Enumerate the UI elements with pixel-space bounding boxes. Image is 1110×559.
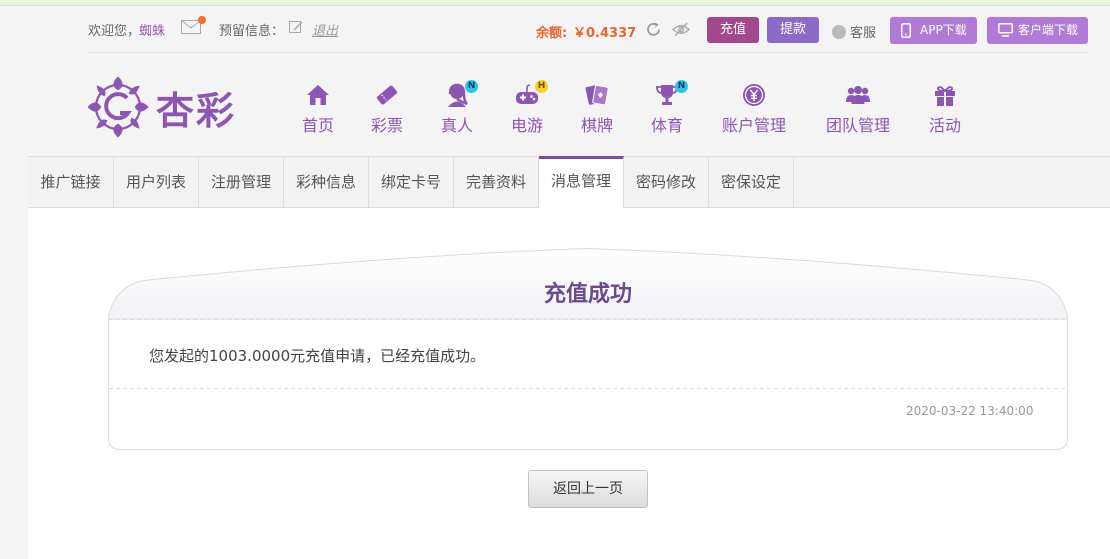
message-body: 您发起的1003.0000元充值申请，已经充值成功。 — [149, 347, 486, 365]
nav-item-promotions[interactable]: 活动 — [927, 82, 963, 136]
team-icon — [846, 86, 870, 104]
home-icon — [307, 85, 329, 105]
hot-badge: H — [535, 80, 548, 93]
tab-user-list[interactable]: 用户列表 — [114, 157, 199, 208]
tab-messages[interactable]: 消息管理 — [539, 156, 624, 208]
nav-item-egames[interactable]: H 电游 — [509, 80, 548, 136]
message-timestamp: 2020-03-22 13:40:00 — [906, 404, 1034, 418]
live-dealer-icon: N — [444, 80, 478, 108]
headset-icon — [832, 25, 846, 39]
nav-label-card-games: 棋牌 — [580, 116, 613, 135]
gift-icon — [935, 86, 955, 106]
nav-label-egames: 电游 — [510, 116, 543, 135]
nav-item-account[interactable]: 账户管理 — [720, 82, 788, 136]
mail-unread-dot — [198, 16, 206, 24]
client-download-button[interactable]: 客户端下载 — [987, 17, 1088, 44]
lottery-icon — [376, 85, 398, 105]
app-download-button[interactable]: APP下载 — [890, 17, 977, 44]
app-download-label: APP下载 — [920, 23, 967, 37]
tab-change-password[interactable]: 密码修改 — [624, 157, 709, 208]
nav-label-sports: 体育 — [650, 116, 683, 135]
brand-name: 杏彩 — [156, 88, 237, 133]
nav-label-team: 团队管理 — [825, 116, 890, 135]
gamepad-icon: H — [514, 80, 548, 108]
message-title: 充值成功 — [543, 282, 632, 307]
tab-security-question[interactable]: 密保设定 — [709, 157, 794, 208]
edit-icon[interactable] — [289, 20, 303, 34]
nav-label-promotions: 活动 — [928, 116, 961, 135]
username[interactable]: 蜘蛛 — [139, 20, 165, 39]
nav-item-lottery[interactable]: 彩票 — [369, 82, 405, 136]
account-icon — [743, 84, 765, 106]
nav-label-lottery: 彩票 — [370, 116, 403, 135]
nav-label-live-casino: 真人 — [440, 116, 473, 135]
withdraw-button[interactable]: 提款 — [767, 17, 819, 43]
client-download-label: 客户端下载 — [1018, 23, 1079, 37]
nav-item-sports[interactable]: N 体育 — [649, 80, 688, 136]
customer-service-link[interactable]: 客服 — [832, 22, 876, 41]
refresh-icon[interactable] — [645, 21, 662, 38]
tab-lottery-info[interactable]: 彩种信息 — [284, 157, 369, 208]
tab-bind-card[interactable]: 绑定卡号 — [369, 157, 454, 208]
nav-item-team[interactable]: 团队管理 — [824, 82, 892, 136]
top-bar-divider — [88, 52, 1088, 53]
nav-label-home: 首页 — [301, 116, 334, 135]
tab-complete-profile[interactable]: 完善资料 — [454, 157, 539, 208]
new-badge: N — [675, 80, 688, 93]
balance-label: 余额: — [536, 26, 568, 41]
welcome-label: 欢迎您， — [88, 24, 141, 39]
tab-promo-link[interactable]: 推广链接 — [28, 157, 114, 208]
hide-balance-icon[interactable] — [672, 21, 690, 38]
logout-link[interactable]: 退出 — [312, 20, 338, 39]
nav-item-live-casino[interactable]: N 真人 — [439, 80, 478, 136]
nav-item-card-games[interactable]: 棋牌 — [579, 82, 615, 136]
back-button[interactable]: 返回上一页 — [528, 470, 648, 508]
tab-registration[interactable]: 注册管理 — [199, 157, 284, 208]
reserve-info-label: 预留信息： — [219, 24, 285, 39]
nav-item-home[interactable]: 首页 — [300, 82, 336, 136]
customer-service-label: 客服 — [850, 26, 877, 41]
recharge-button[interactable]: 充值 — [707, 17, 759, 43]
balance-value: ￥0.4337 — [573, 26, 637, 41]
phone-icon — [901, 23, 911, 38]
cards-icon — [585, 84, 609, 106]
monitor-icon — [998, 23, 1013, 37]
trophy-icon: N — [654, 80, 688, 108]
sub-tab-bar: 推广链接 用户列表 注册管理 彩种信息 绑定卡号 完善资料 消息管理 密码修改 … — [28, 156, 1110, 208]
nav-label-account: 账户管理 — [721, 116, 786, 135]
new-badge: N — [465, 80, 478, 93]
